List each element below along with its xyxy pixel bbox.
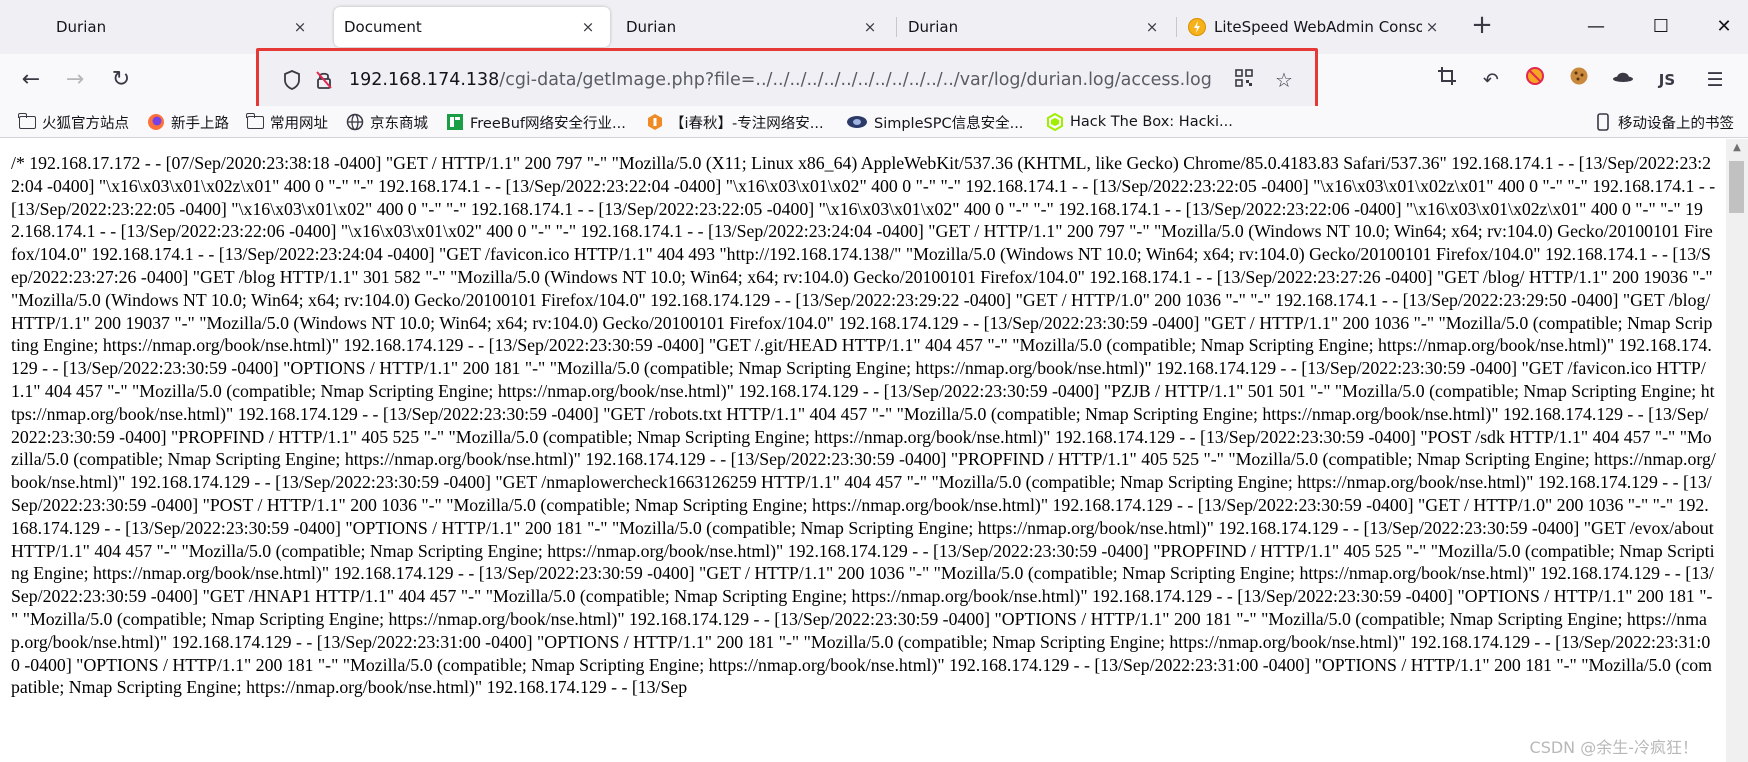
mobile-bookmarks-label: 移动设备上的书签 — [1618, 115, 1734, 132]
bookmark-folder-firefox-official[interactable]: 火狐官方站点 — [18, 110, 129, 134]
bookmark-getting-started[interactable]: 新手上路 — [147, 110, 229, 134]
tab-title: LiteSpeed WebAdmin Console — [1214, 18, 1422, 36]
cookie-icon[interactable] — [1565, 66, 1593, 94]
tab-title: Durian — [908, 18, 959, 36]
tab-close-icon[interactable]: × — [860, 17, 880, 37]
tab-close-icon[interactable]: × — [1422, 17, 1442, 37]
window-close-icon[interactable]: ✕ — [1709, 12, 1739, 42]
bookmark-jd[interactable]: 京东商城 — [346, 110, 428, 134]
tab-title: Durian — [626, 18, 677, 36]
tab-close-icon[interactable]: × — [578, 17, 598, 37]
tab-separator — [1176, 17, 1177, 37]
scroll-up-arrow-icon[interactable]: ▲ — [1726, 139, 1748, 157]
bookmark-star-icon[interactable]: ☆ — [1271, 68, 1297, 92]
bookmark-freebuf[interactable]: FreeBuf网络安全行业... — [446, 110, 626, 134]
js-toggle-icon[interactable]: JS — [1653, 66, 1681, 94]
bookmark-hackthebox[interactable]: Hack The Box: Hacki... — [1046, 110, 1233, 134]
new-tab-icon[interactable]: + — [1468, 12, 1496, 40]
reload-icon[interactable]: ↻ — [106, 65, 136, 95]
litespeed-icon — [1188, 18, 1206, 36]
tab-title: Document — [344, 18, 422, 36]
watermark-text: CSDN @余生-冷疯狂！ — [1529, 738, 1698, 757]
bookmark-label: 【i春秋】-专注网络安... — [670, 115, 824, 132]
tab-durian-3[interactable]: Durian × — [898, 7, 1174, 47]
hat-icon[interactable] — [1609, 66, 1637, 94]
bookmark-label: Hack The Box: Hacki... — [1070, 114, 1233, 130]
simplespc-icon — [846, 113, 868, 131]
back-icon[interactable]: ← — [16, 65, 46, 95]
bookmark-ichunqiu[interactable]: 【i春秋】-专注网络安... — [646, 110, 824, 134]
address-bar[interactable]: 192.168.174.138/cgi-data/getImage.php?fi… — [267, 59, 1307, 100]
screenshot-crop-icon[interactable] — [1433, 66, 1461, 94]
url-host: 192.168.174.138 — [349, 69, 500, 90]
bookmark-label: 火狐官方站点 — [42, 115, 129, 132]
bookmark-folder-common-sites[interactable]: 常用网址 — [246, 110, 328, 134]
mobile-bookmarks[interactable]: 移动设备上的书签 — [1594, 110, 1734, 134]
htb-icon — [1046, 113, 1064, 131]
url-text[interactable]: 192.168.174.138/cgi-data/getImage.php?fi… — [349, 70, 1212, 90]
shield-icon[interactable] — [281, 69, 303, 91]
menu-icon[interactable]: ☰ — [1701, 66, 1729, 94]
access-log-text: /* 192.168.17.172 - - [07/Sep/2020:23:38… — [11, 153, 1716, 698]
url-actions: ☆ — [1231, 59, 1297, 100]
vertical-scrollbar[interactable]: ▲ — [1726, 139, 1748, 762]
tab-strip: Durian × Document × Durian × Durian × Li… — [0, 0, 1748, 54]
bookmark-label: 京东商城 — [370, 115, 428, 132]
bookmark-simplespc[interactable]: SimpleSPC信息安全... — [846, 110, 1023, 134]
undo-icon[interactable]: ↶ — [1477, 66, 1505, 94]
tab-title: Durian — [56, 18, 107, 36]
globe-icon — [346, 113, 364, 131]
freebuf-icon — [446, 113, 464, 131]
address-bar-highlight: 192.168.174.138/cgi-data/getImage.php?fi… — [256, 48, 1318, 111]
tab-durian-1[interactable]: Durian × — [46, 7, 322, 47]
mobile-device-icon — [1594, 113, 1612, 131]
qr-code-icon[interactable] — [1231, 68, 1257, 92]
bookmark-label: SimpleSPC信息安全... — [874, 115, 1024, 132]
bookmark-label: FreeBuf网络安全行业... — [470, 115, 626, 132]
maximize-icon[interactable]: ☐ — [1646, 12, 1676, 42]
firefox-icon — [147, 113, 165, 131]
tab-close-icon[interactable]: × — [1142, 17, 1162, 37]
tab-litespeed[interactable]: LiteSpeed WebAdmin Console × — [1178, 7, 1454, 47]
bookmarks-toolbar: 火狐官方站点 新手上路 常用网址 京东商城 FreeBuf网络安全行业... 【… — [0, 106, 1748, 138]
bookmark-label: 常用网址 — [270, 115, 328, 132]
insecure-lock-icon[interactable] — [313, 69, 335, 91]
scrollbar-thumb[interactable] — [1729, 161, 1744, 213]
folder-icon — [18, 112, 36, 129]
tab-separator — [896, 17, 897, 37]
folder-icon — [246, 112, 264, 129]
minimize-icon[interactable]: — — [1581, 12, 1611, 42]
tab-document[interactable]: Document × — [334, 7, 610, 47]
forward-icon[interactable]: → — [60, 65, 90, 95]
ichunqiu-icon — [646, 113, 664, 131]
tab-durian-2[interactable]: Durian × — [616, 7, 892, 47]
page-content: /* 192.168.17.172 - - [07/Sep/2020:23:38… — [0, 139, 1726, 762]
bookmark-label: 新手上路 — [171, 115, 229, 132]
blocked-addon-icon[interactable] — [1521, 66, 1549, 94]
tab-close-icon[interactable]: × — [290, 17, 310, 37]
url-path: /cgi-data/getImage.php?file=../../../../… — [499, 69, 1212, 90]
